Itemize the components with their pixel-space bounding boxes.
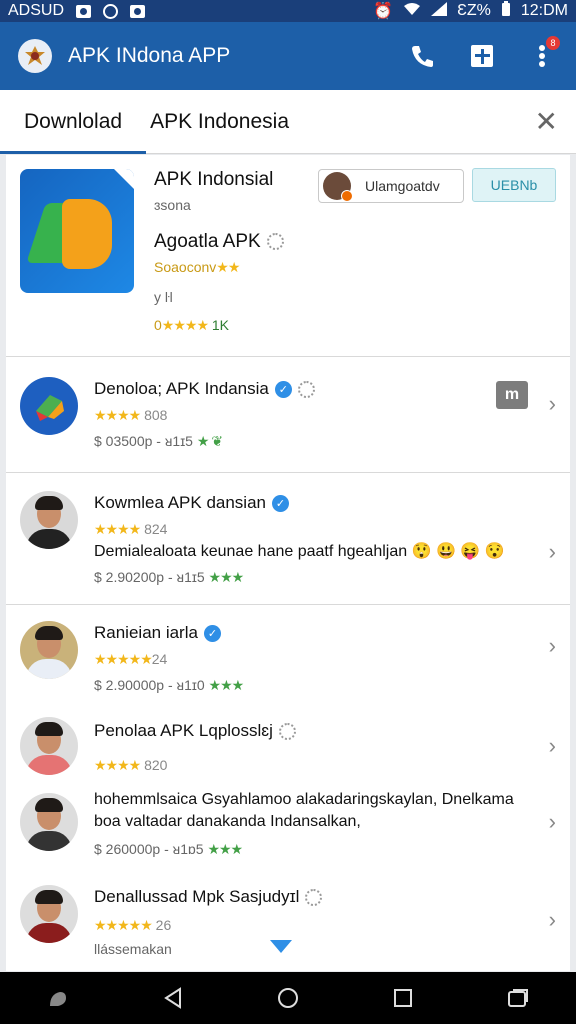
list-item[interactable]: Denallussad Mpk Sasjudyɪl ★★★★★ 26 lláss… — [6, 875, 570, 971]
row-rating: ★★★★ 820 — [94, 757, 168, 773]
avatar — [20, 491, 78, 549]
row-price: $ 2.90000p - ᴚ1ɪ0 ★★★ — [94, 677, 244, 693]
row-rating: ★★★★ 808 — [94, 407, 168, 423]
chevron-right-icon[interactable]: › — [549, 633, 556, 659]
chevron-right-icon[interactable]: › — [549, 907, 556, 933]
row-description-line2: boa valtadar danakanda Indansalkan, — [94, 813, 361, 830]
signal-icon — [431, 1, 448, 21]
chevron-right-icon[interactable]: › — [549, 809, 556, 835]
row-title: Ranieian iarla ✓ — [94, 623, 221, 643]
install-icon[interactable]: m — [496, 381, 528, 409]
wifi-icon — [403, 2, 421, 21]
alarm-icon: ⏰ — [373, 3, 394, 20]
row-description-line1: hohemmlsaica Gsyahlamoo alakadaringskayl… — [94, 791, 514, 808]
split-screen-icon[interactable] — [504, 984, 532, 1012]
row-rating: ★★★★ 824 — [94, 521, 168, 537]
notification-icon — [76, 4, 92, 18]
gear-icon — [297, 381, 315, 399]
avatar — [323, 172, 353, 202]
list-item[interactable]: Kowmlea APK dansian ✓ ★★★★ 824 Demialealo… — [6, 473, 570, 605]
back-icon[interactable] — [159, 984, 187, 1012]
featured-title: APK Indonsial — [154, 169, 274, 190]
verify-button[interactable]: UEBNb — [472, 168, 556, 202]
close-icon[interactable]: ✕ — [535, 105, 558, 138]
chevron-right-icon[interactable]: › — [549, 733, 556, 759]
clock: 12:DM — [520, 2, 568, 19]
row-rating: ★★★★★24 — [94, 651, 168, 667]
sync-icon — [103, 3, 119, 19]
list-item[interactable]: Penolaa APK Lqplosslɛj ★★★★ 820 › — [6, 703, 570, 785]
row-rating: ★★★★★ 26 — [94, 917, 172, 933]
app-icon — [20, 377, 78, 435]
featured-meta: y ŀl — [154, 289, 173, 305]
row-title: Denoloa; APK Indansia ✓ — [94, 379, 315, 399]
avatar — [20, 885, 78, 943]
row-price: $ 03500p - ᴚ1ɪ5 ★ ❦ — [94, 433, 223, 449]
row-title: Penolaa APK Lqplosslɛj — [94, 721, 296, 741]
chevron-right-icon[interactable]: › — [549, 391, 556, 417]
assistant-icon[interactable] — [44, 984, 72, 1012]
app-icon — [20, 169, 134, 293]
featured-card[interactable]: APK Indonsial ɜsona Agoatla APK Soaoconv… — [6, 155, 570, 357]
row-price: $ 2.90200p - ᴚ1ɪ5 ★★★ — [94, 569, 244, 585]
tab-apk-indonesia[interactable]: APK Indonesia — [146, 90, 313, 154]
row-subtitle: llássemakan — [94, 941, 172, 957]
verified-icon: ✓ — [203, 625, 221, 643]
carrier-label: ADSUD — [8, 2, 65, 19]
battery-label: ƐZ% — [457, 2, 491, 19]
recents-icon[interactable] — [389, 984, 417, 1012]
phone-icon[interactable] — [406, 40, 438, 72]
featured-count: 0★★★★ 1K — [154, 317, 230, 333]
row-title: Kowmlea APK dansian ✓ — [94, 493, 289, 513]
gear-icon — [266, 233, 284, 251]
battery-icon — [501, 0, 511, 22]
list-item[interactable]: Denoloa; APK Indansia ✓ ★★★★ 808 $ 03500p… — [6, 357, 570, 473]
tab-download[interactable]: Downlolad — [0, 90, 147, 154]
verified-icon: ✓ — [274, 381, 292, 399]
avatar — [20, 621, 78, 679]
system-nav-bar — [0, 972, 576, 1024]
uploader-chip[interactable]: Ulamgoatdv — [318, 169, 464, 203]
app-bar: APK INdona APP 8 — [0, 22, 576, 90]
row-title: Denallussad Mpk Sasjudyɪl — [94, 887, 323, 907]
featured-rating: Soaoconv★★ — [154, 259, 240, 275]
status-bar: ADSUD ⏰ ƐZ% 12:DM — [0, 0, 576, 22]
gear-icon — [305, 889, 323, 907]
gear-icon — [278, 723, 296, 741]
app-list: APK Indonsial ɜsona Agoatla APK Soaoconv… — [6, 155, 570, 971]
add-window-icon[interactable] — [466, 40, 498, 72]
avatar — [20, 717, 78, 775]
avatar — [20, 793, 78, 851]
row-description: Demialealoata keunae hane paatf hgeahlja… — [94, 543, 505, 560]
image-icon — [130, 4, 146, 18]
scroll-down-icon[interactable] — [270, 940, 292, 953]
verified-icon: ✓ — [272, 495, 289, 513]
app-title: APK INdona APP — [68, 44, 231, 67]
more-menu-icon[interactable]: 8 — [526, 36, 560, 72]
list-item[interactable]: hohemmlsaica Gsyahlamoo alakadaringskayl… — [6, 785, 570, 875]
notification-badge: 8 — [546, 36, 560, 50]
app-logo-icon[interactable] — [18, 39, 52, 73]
tab-bar: Downlolad APK Indonesia ✕ — [0, 90, 576, 154]
list-item[interactable]: Ranieian iarla ✓ ★★★★★24 $ 2.90000p - ᴚ1ɪ… — [6, 605, 570, 697]
home-icon[interactable] — [274, 984, 302, 1012]
featured-subtitle: ɜsona — [154, 197, 191, 213]
featured-name: Agoatla APK — [154, 231, 284, 253]
chevron-right-icon[interactable]: › — [549, 539, 556, 565]
row-price: $ 260000p - ᴚ1ɒ5 ★★★ — [94, 841, 243, 857]
